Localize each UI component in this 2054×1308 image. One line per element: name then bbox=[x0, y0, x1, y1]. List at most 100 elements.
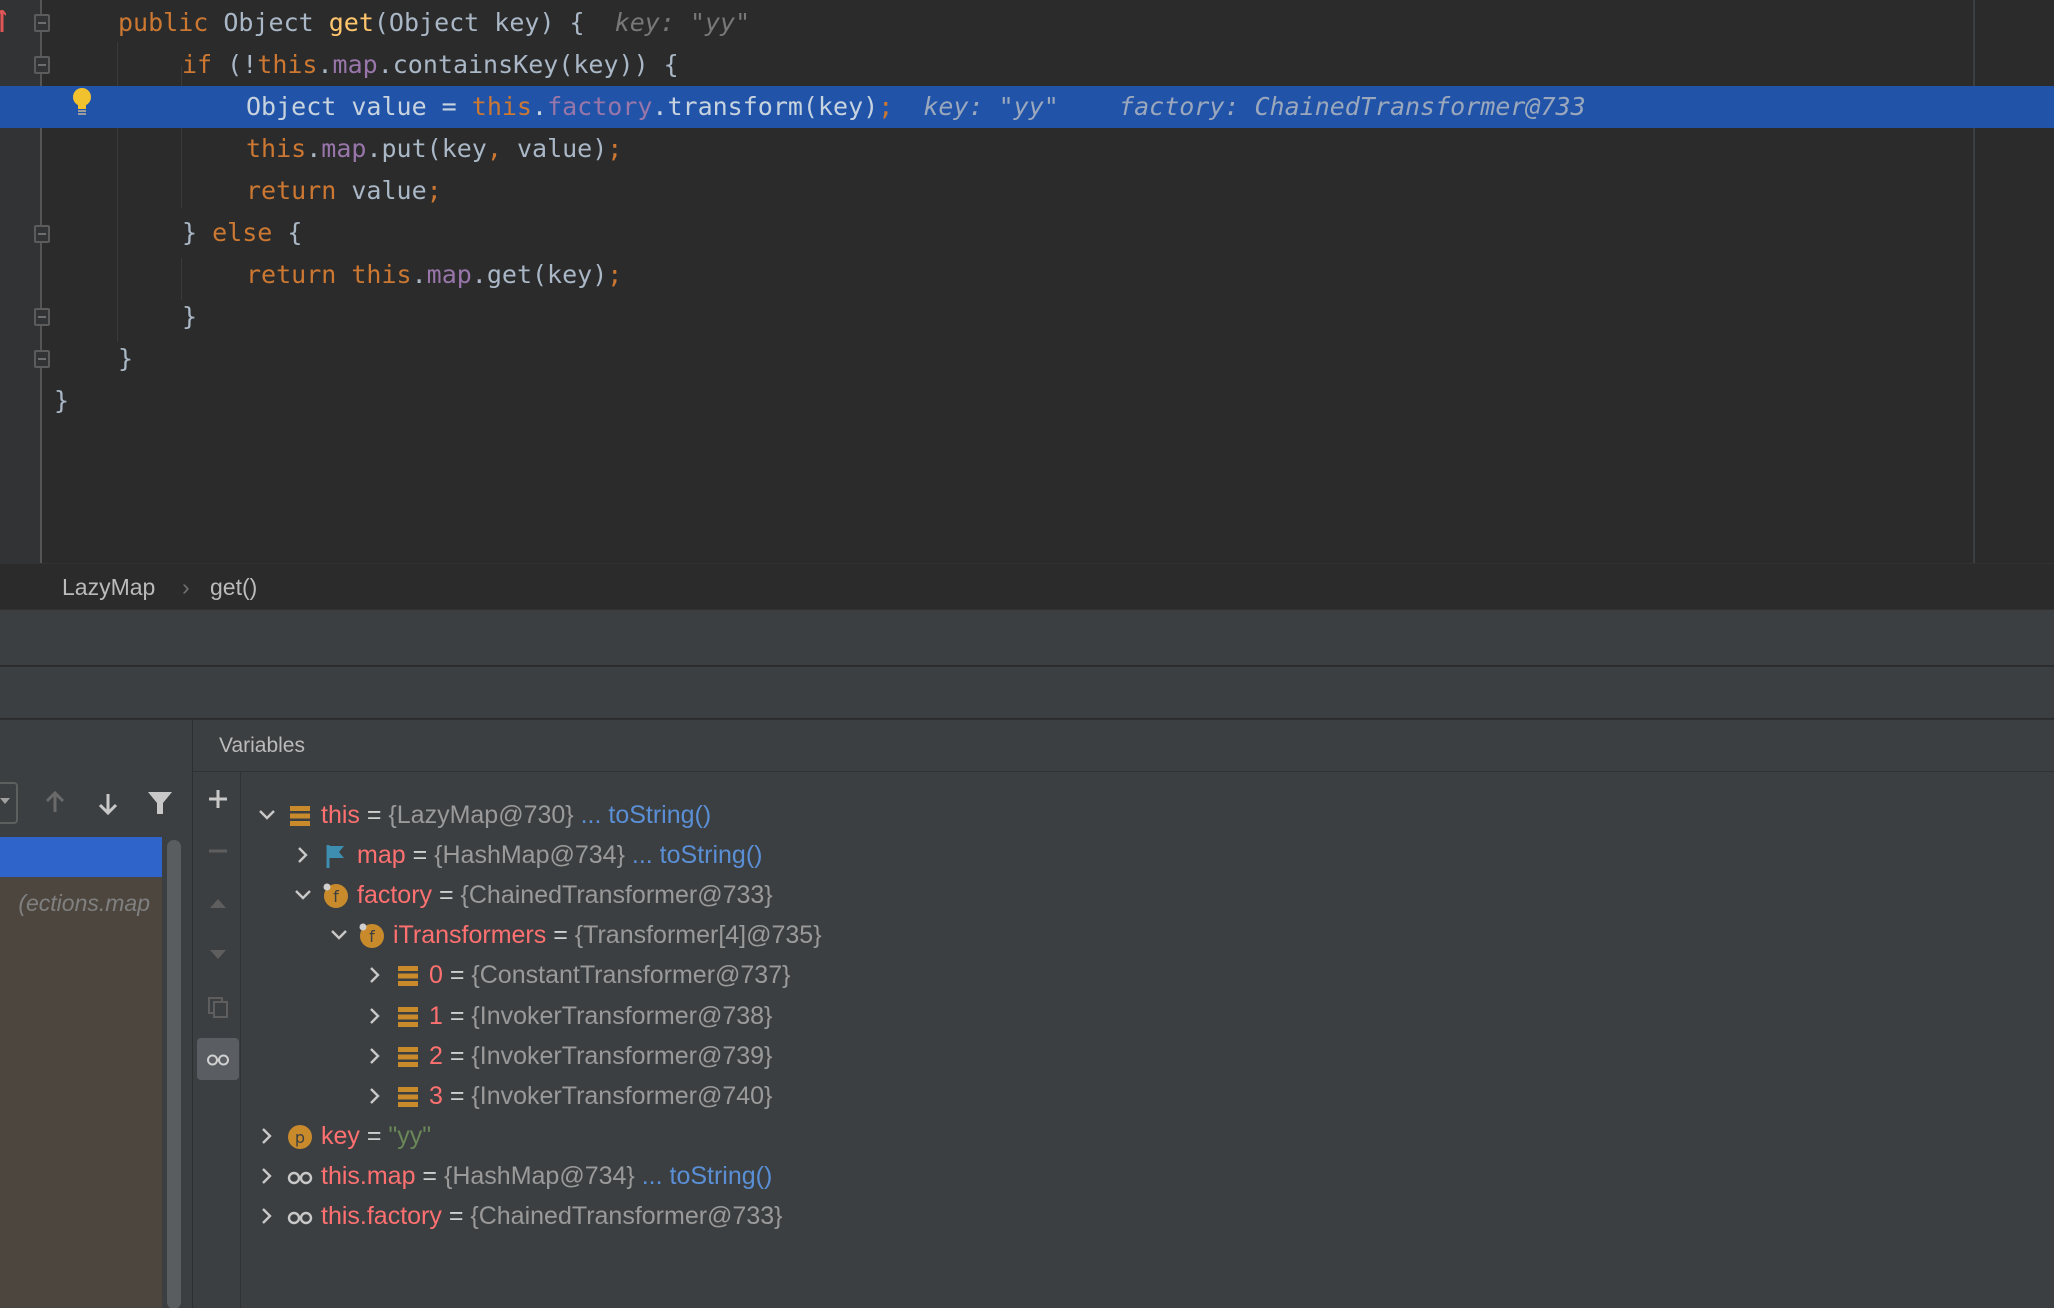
code-token: .get(key) bbox=[471, 260, 608, 289]
code-token: value bbox=[351, 176, 427, 205]
lightbulb-icon[interactable] bbox=[70, 86, 94, 116]
code-token: return bbox=[246, 176, 352, 205]
breadcrumb-class[interactable]: LazyMap bbox=[62, 574, 155, 601]
chevron-down-icon[interactable] bbox=[293, 885, 313, 905]
final-field-icon: f bbox=[359, 923, 384, 949]
code-token: } bbox=[182, 302, 198, 331]
code-token: value) bbox=[516, 134, 608, 163]
variable-name: this bbox=[321, 801, 360, 829]
variables-side-toolbar bbox=[193, 772, 241, 1308]
watch-glasses-icon bbox=[287, 1171, 313, 1185]
variable-name: this.map bbox=[321, 1161, 416, 1190]
code-line[interactable]: public Object get(Object key) { key: "yy… bbox=[0, 2, 2054, 44]
variable-name: iTransformers bbox=[393, 921, 547, 950]
frame-list-item-label[interactable]: ections.map) bbox=[0, 890, 150, 917]
frames-scrollbar[interactable] bbox=[167, 840, 181, 1308]
to-string-link[interactable]: ... toString() bbox=[635, 1162, 773, 1190]
frame-list bbox=[0, 877, 162, 1308]
code-line[interactable]: } bbox=[0, 338, 2054, 380]
move-up-button[interactable] bbox=[197, 882, 239, 924]
code-token: .containsKey(key)) { bbox=[377, 50, 679, 79]
frame-list-item-selected[interactable] bbox=[0, 837, 162, 877]
code-token: . bbox=[532, 92, 548, 121]
code-editor[interactable]: public Object get(Object key) { key: "yy… bbox=[0, 0, 2054, 563]
variable-name: 2 bbox=[429, 1041, 443, 1070]
minus-icon bbox=[209, 849, 227, 853]
chevron-right-icon[interactable] bbox=[293, 845, 313, 865]
code-token: map bbox=[332, 50, 378, 79]
code-token: ; bbox=[607, 260, 623, 289]
final-field-icon: f bbox=[323, 883, 348, 909]
code-token: ; bbox=[426, 176, 442, 205]
variables-header: Variables bbox=[193, 720, 2054, 772]
code-line[interactable]: } bbox=[0, 380, 2054, 422]
triangle-up-icon bbox=[210, 899, 226, 908]
chevron-right-icon[interactable] bbox=[257, 1126, 277, 1146]
chevron-down-icon[interactable] bbox=[329, 925, 349, 945]
variable-text: this = {LazyMap@730} ... toString() bbox=[321, 795, 711, 835]
arrow-down-icon[interactable] bbox=[93, 788, 123, 818]
variable-text: iTransformers = {Transformer[4]@735} bbox=[393, 915, 822, 955]
code-token: Object bbox=[223, 8, 329, 37]
fold-marker-icon[interactable] bbox=[34, 225, 50, 243]
frames-toolbar bbox=[0, 776, 190, 830]
show-watches-toggle[interactable] bbox=[197, 1038, 239, 1080]
code-token: . bbox=[411, 260, 427, 289]
breadcrumb: LazyMap › get() bbox=[0, 563, 2054, 609]
add-watch-button[interactable] bbox=[197, 778, 239, 820]
code-token: .transform(key) bbox=[652, 92, 879, 121]
chevron-right-icon[interactable] bbox=[365, 1046, 385, 1066]
parameter-icon: p bbox=[288, 1124, 312, 1149]
fold-marker-icon[interactable] bbox=[34, 308, 50, 326]
code-line[interactable]: return value; bbox=[0, 170, 2054, 212]
filter-icon[interactable] bbox=[145, 788, 175, 818]
code-line[interactable]: return this.map.get(key); bbox=[0, 254, 2054, 296]
variable-name: 3 bbox=[429, 1081, 443, 1110]
code-token: map bbox=[426, 260, 472, 289]
move-down-button[interactable] bbox=[197, 934, 239, 976]
chevron-right-icon[interactable] bbox=[365, 1086, 385, 1106]
fold-marker-icon[interactable] bbox=[34, 350, 50, 368]
to-string-link[interactable]: ... toString() bbox=[574, 801, 712, 829]
code-line[interactable]: if (!this.map.containsKey(key)) { bbox=[0, 44, 2054, 86]
variable-text: key = "yy" bbox=[321, 1116, 431, 1156]
copy-icon bbox=[208, 997, 228, 1018]
code-token: this bbox=[246, 134, 307, 163]
field-bars-icon bbox=[398, 1086, 418, 1107]
code-line[interactable]: } else { bbox=[0, 212, 2054, 254]
fold-marker-icon[interactable] bbox=[34, 14, 50, 32]
remove-watch-button[interactable] bbox=[197, 830, 239, 872]
variable-name: 1 bbox=[429, 1001, 443, 1030]
to-string-link[interactable]: ... toString() bbox=[625, 841, 763, 869]
chevron-right-icon[interactable] bbox=[365, 965, 385, 985]
code-token: public bbox=[118, 8, 224, 37]
breadcrumb-method[interactable]: get() bbox=[210, 574, 257, 601]
code-line[interactable]: } bbox=[0, 296, 2054, 338]
chevron-right-icon[interactable] bbox=[365, 1006, 385, 1026]
arrow-up-icon[interactable] bbox=[40, 788, 70, 818]
code-token: Object value = bbox=[246, 92, 472, 121]
fold-marker-icon[interactable] bbox=[34, 56, 50, 74]
code-token: return bbox=[246, 260, 352, 289]
code-token: . bbox=[317, 50, 333, 79]
code-token: (Object key) { bbox=[373, 8, 585, 37]
variable-equals: = bbox=[442, 1081, 472, 1110]
glasses-icon bbox=[207, 1054, 229, 1066]
code-token: this bbox=[351, 260, 412, 289]
chevron-right-icon[interactable] bbox=[257, 1206, 277, 1226]
thread-selector-dropdown[interactable] bbox=[0, 782, 18, 824]
code-line[interactable]: this.map.put(key, value); bbox=[0, 128, 2054, 170]
field-bars-icon bbox=[398, 966, 418, 987]
debugger-toolbar bbox=[0, 666, 2054, 718]
chevron-right-icon[interactable] bbox=[257, 1166, 277, 1186]
chevron-down-icon[interactable] bbox=[257, 805, 277, 825]
variables-title: Variables bbox=[219, 734, 305, 757]
variable-value: "yy" bbox=[388, 1121, 432, 1150]
variable-text: 1 = {InvokerTransformer@738} bbox=[429, 996, 772, 1036]
code-line-current[interactable]: Object value = this.factory.transform(ke… bbox=[0, 86, 2054, 128]
code-token: .put(key bbox=[366, 134, 487, 163]
code-text: } bbox=[182, 296, 197, 338]
variable-value: {LazyMap@730} bbox=[388, 801, 574, 829]
variable-name: 0 bbox=[429, 961, 443, 990]
duplicate-watch-button[interactable] bbox=[197, 986, 239, 1028]
